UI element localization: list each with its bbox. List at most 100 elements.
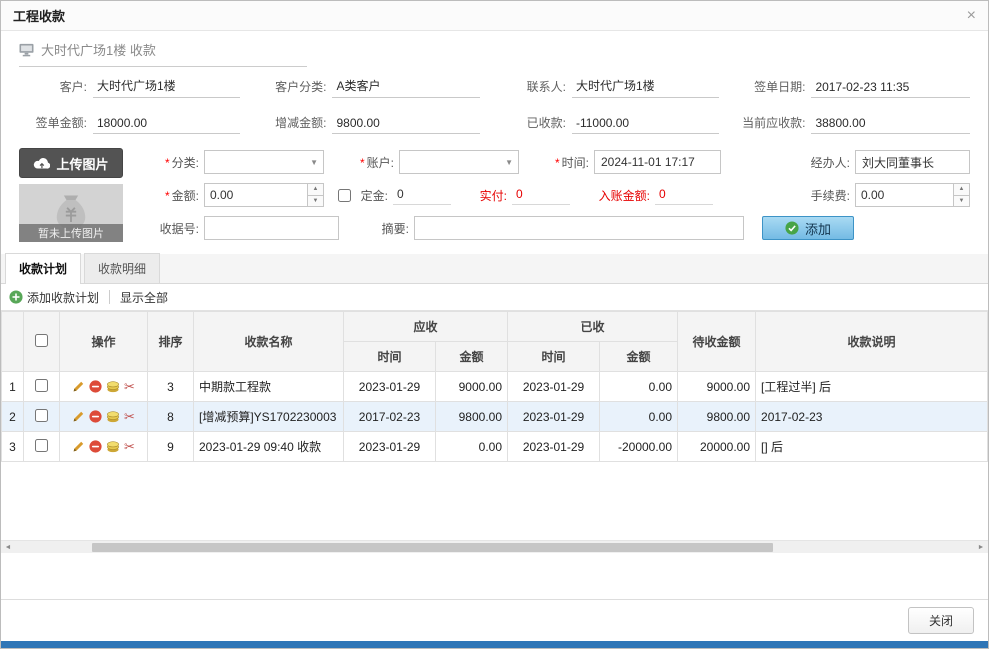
row-select-cell xyxy=(24,372,60,402)
spin-down-icon[interactable]: ▼ xyxy=(954,196,969,207)
upload-image-button[interactable]: 上传图片 xyxy=(19,148,123,178)
cell-sort: 3 xyxy=(148,372,194,402)
select-all-checkbox[interactable] xyxy=(35,334,48,347)
cell-pending-amount: 9800.00 xyxy=(678,402,756,432)
add-plan-label: 添加收款计划 xyxy=(27,289,99,306)
dialog-footer: 关闭 xyxy=(1,599,988,641)
spin-down-icon[interactable]: ▼ xyxy=(308,196,323,207)
handler-label: 经办人: xyxy=(786,154,850,171)
scroll-left-icon[interactable]: ◄ xyxy=(1,544,15,551)
credited-value: 0 xyxy=(655,185,713,205)
summary-input[interactable] xyxy=(414,216,744,240)
cell-receivable-amount: 9000.00 xyxy=(436,372,508,402)
header-pending-amount: 待收金额 xyxy=(678,312,756,372)
info-label: 签单日期: xyxy=(737,78,805,98)
payment-form: 上传图片 暂未上传图片 *分类: xyxy=(1,140,988,252)
cell-receivable-time: 2023-01-29 xyxy=(344,372,436,402)
edit-icon[interactable] xyxy=(72,380,85,393)
form-fields: *分类: ▼ *账户: ▼ *时间: xyxy=(139,148,970,242)
cell-sort: 8 xyxy=(148,402,194,432)
edit-icon[interactable] xyxy=(72,410,85,423)
row-checkbox[interactable] xyxy=(35,379,48,392)
cell-received-amount: -20000.00 xyxy=(600,432,678,462)
row-number: 1 xyxy=(2,372,24,402)
close-button[interactable]: 关闭 xyxy=(908,607,974,634)
grid-area: 操作 排序 收款名称 应收 已收 待收金额 收款说明 时间 金额 时间 金额 xyxy=(1,311,988,540)
upload-placeholder-text: 暂未上传图片 xyxy=(19,224,123,242)
close-icon[interactable]: × xyxy=(967,8,976,24)
show-all-button[interactable]: 显示全部 xyxy=(120,289,168,306)
add-plan-button[interactable]: 添加收款计划 xyxy=(9,289,99,306)
add-payment-button[interactable]: 添加 xyxy=(762,216,854,240)
cell-plan-name: 中期款工程款 xyxy=(194,372,344,402)
fee-spinner: ▲ ▼ xyxy=(953,184,969,206)
payment-icon[interactable] xyxy=(106,440,120,453)
account-select[interactable]: ▼ xyxy=(399,150,519,174)
cell-received-time: 2023-01-29 xyxy=(508,372,600,402)
order-info-panel: 客户: 大时代广场1楼 客户分类: A类客户 联系人: 大时代广场1楼 签单日期… xyxy=(1,67,988,140)
row-checkbox[interactable] xyxy=(35,409,48,422)
project-payment-dialog: 工程收款 × 大时代广场1楼 收款 客户: 大时代广场1楼 客户分类: A类客户… xyxy=(0,0,989,649)
cell-note: [工程过半] 后 xyxy=(756,372,988,402)
cell-pending-amount: 9000.00 xyxy=(678,372,756,402)
table-row: 2 ✂ 8 [增减预算]YS1702230003 201 xyxy=(2,402,988,432)
table-row: 3 ✂ 9 2023-01-29 09:40 收款 20 xyxy=(2,432,988,462)
amount-label: *金额: xyxy=(139,187,199,204)
scissors-icon[interactable]: ✂ xyxy=(124,380,135,393)
scroll-right-icon[interactable]: ► xyxy=(974,544,988,551)
info-customer: 客户: 大时代广场1楼 xyxy=(19,77,240,98)
amount-input[interactable] xyxy=(205,184,307,206)
info-received: 已收款: -11000.00 xyxy=(498,114,719,134)
row-number: 3 xyxy=(2,432,24,462)
paid-value: 0 xyxy=(512,185,570,205)
category-select[interactable]: ▼ xyxy=(204,150,324,174)
cell-received-amount: 0.00 xyxy=(600,372,678,402)
scrollbar-track[interactable] xyxy=(15,541,974,553)
deposit-checkbox[interactable] xyxy=(338,189,351,202)
cell-received-amount: 0.00 xyxy=(600,402,678,432)
spin-up-icon[interactable]: ▲ xyxy=(954,184,969,196)
field-account: *账户: ▼ xyxy=(338,150,519,174)
tab-payment-detail[interactable]: 收款明细 xyxy=(84,253,160,283)
receipt-label: 收据号: xyxy=(139,220,199,237)
deposit-label: 定金: xyxy=(354,187,388,204)
header-received-time: 时间 xyxy=(508,342,600,372)
bottom-accent-bar xyxy=(1,641,988,648)
field-category: *分类: ▼ xyxy=(139,150,324,174)
delete-icon[interactable] xyxy=(89,380,102,393)
horizontal-scrollbar[interactable]: ◄ ► xyxy=(1,540,988,553)
tab-payment-plan[interactable]: 收款计划 xyxy=(5,253,81,284)
handler-input[interactable] xyxy=(855,150,970,174)
info-value: 38800.00 xyxy=(811,116,970,134)
field-credited: 入账金额: 0 xyxy=(584,185,713,205)
row-checkbox[interactable] xyxy=(35,439,48,452)
fee-input[interactable] xyxy=(856,184,953,206)
cell-note: [] 后 xyxy=(756,432,988,462)
field-deposit: 定金: 0 xyxy=(338,185,451,205)
info-value: 大时代广场1楼 xyxy=(93,77,240,98)
payment-icon[interactable] xyxy=(106,410,120,423)
blank-area xyxy=(1,553,988,599)
row-operations: ✂ xyxy=(60,372,148,402)
time-input[interactable] xyxy=(594,150,721,174)
field-paid: 实付: 0 xyxy=(465,185,570,205)
tab-bar: 收款计划 收款明细 xyxy=(1,254,988,284)
spin-up-icon[interactable]: ▲ xyxy=(308,184,323,196)
info-label: 当前应收款: xyxy=(737,114,805,134)
info-label: 增减金额: xyxy=(258,114,326,134)
chevron-down-icon: ▼ xyxy=(505,158,513,167)
row-operations: ✂ xyxy=(60,432,148,462)
scissors-icon[interactable]: ✂ xyxy=(124,440,135,453)
payment-icon[interactable] xyxy=(106,380,120,393)
amount-spinner: ▲ ▼ xyxy=(307,184,323,206)
delete-icon[interactable] xyxy=(89,440,102,453)
edit-icon[interactable] xyxy=(72,440,85,453)
delete-icon[interactable] xyxy=(89,410,102,423)
scissors-icon[interactable]: ✂ xyxy=(124,410,135,423)
cell-note: 2017-02-23 xyxy=(756,402,988,432)
fee-stepper: ▲ ▼ xyxy=(855,183,970,207)
scrollbar-thumb[interactable] xyxy=(92,543,773,552)
receipt-input[interactable] xyxy=(204,216,339,240)
required-marker: * xyxy=(165,156,170,170)
add-payment-label: 添加 xyxy=(805,219,831,238)
